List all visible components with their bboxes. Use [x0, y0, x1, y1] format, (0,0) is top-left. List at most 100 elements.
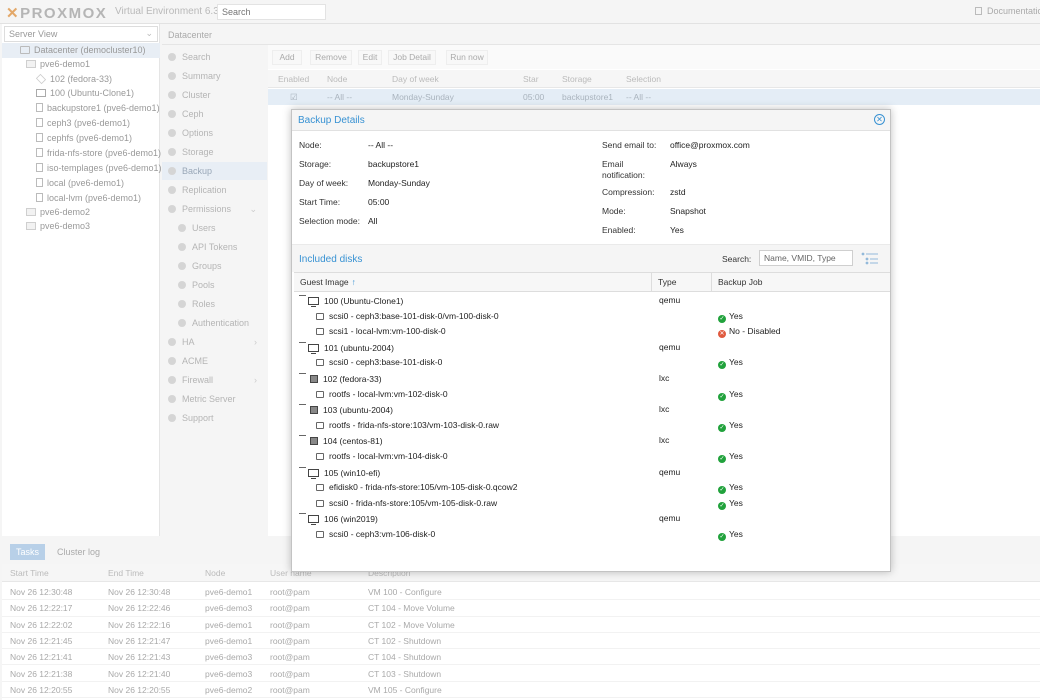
guest-row[interactable]: 100 (Ubuntu-Clone1) qemu — [294, 293, 890, 309]
guest-row[interactable]: 102 (fedora-33) lxc — [294, 371, 890, 387]
nav-item-search[interactable]: Search — [162, 48, 267, 66]
task-row[interactable]: Nov 26 12:21:45 Nov 26 12:21:47 pve6-dem… — [2, 633, 1040, 650]
task-row[interactable]: Nov 26 12:22:02 Nov 26 12:22:16 pve6-dem… — [2, 617, 1040, 633]
task-row[interactable]: Nov 26 12:20:55 Nov 26 12:20:55 pve6-dem… — [2, 682, 1040, 699]
nav-item-support[interactable]: Support — [162, 409, 267, 427]
collapse-icon[interactable] — [299, 466, 306, 474]
nav-item-ha[interactable]: HA › — [162, 333, 267, 351]
tree-item-storage[interactable]: local-lvm (pve6-demo1) — [2, 191, 160, 206]
tree-item-storage[interactable]: frida-nfs-store (pve6-demo1) — [2, 146, 161, 161]
collapse-icon[interactable] — [299, 373, 306, 380]
collapse-icon[interactable] — [299, 435, 306, 442]
task-row[interactable]: Nov 26 12:22:17 Nov 26 12:22:46 pve6-dem… — [2, 600, 1040, 617]
nav-item-metric-server[interactable]: Metric Server — [162, 390, 267, 408]
storage-value: backupstore1 — [368, 159, 420, 169]
disk-search-input[interactable] — [759, 250, 853, 266]
tab-cluster-log[interactable]: Cluster log — [51, 544, 106, 560]
nav-item-authentication[interactable]: Authentication — [162, 314, 267, 332]
job-node: -- All -- — [327, 92, 353, 102]
disk-row[interactable]: rootfs - frida-nfs-store:103/vm-103-disk… — [294, 418, 890, 434]
documentation-button[interactable]: Documentation — [975, 6, 1040, 16]
disk-row[interactable]: rootfs - local-lvm:vm-104-disk-0 ✓ Yes — [294, 449, 890, 465]
nav-item-firewall[interactable]: Firewall › — [162, 371, 267, 389]
tree-item-storage[interactable]: iso-templages (pve6-demo1) — [2, 161, 162, 176]
nav-item-permissions[interactable]: Permissions ⌄ — [162, 200, 267, 218]
column-header[interactable]: Node — [205, 568, 225, 578]
nav-item-acme[interactable]: ACME — [162, 352, 267, 370]
server-view-select[interactable]: Server View ⌄ — [4, 26, 158, 42]
tab-tasks[interactable]: Tasks — [10, 544, 46, 560]
column-header-backup-job[interactable]: Backup Job — [712, 273, 890, 292]
disk-row[interactable]: scsi1 - local-lvm:vm-100-disk-0 ✕ No - Dis… — [294, 324, 890, 340]
task-row[interactable]: Nov 26 12:21:38 Nov 26 12:21:40 pve6-dem… — [2, 666, 1040, 682]
collapse-icon[interactable] — [299, 513, 306, 520]
unlock-icon — [168, 205, 176, 213]
guest-row[interactable]: 104 (centos-81) lxc — [294, 433, 890, 449]
column-header[interactable]: Star — [523, 74, 539, 84]
tree-item-storage[interactable]: cephfs (pve6-demo1) — [2, 131, 160, 146]
column-header-type[interactable]: Type — [652, 273, 712, 292]
disk-row[interactable]: scsi0 - ceph3:vm-106-disk-0 ✓ Yes — [294, 527, 890, 543]
column-header[interactable]: Start Time — [10, 568, 49, 578]
tree-item-storage[interactable]: ceph3 (pve6-demo1) — [2, 116, 160, 131]
guest-row[interactable]: 103 (ubuntu-2004) lxc — [294, 402, 890, 418]
column-header[interactable]: End Time — [108, 568, 144, 578]
tree-item-vm[interactable]: 100 (Ubuntu-Clone1) — [2, 86, 160, 101]
nav-item-pools[interactable]: Pools — [162, 276, 267, 294]
nav-item-replication[interactable]: Replication — [162, 181, 267, 199]
tree-item-node[interactable]: pve6-demo2 — [2, 205, 160, 220]
tree-item-label: local (pve6-demo1) — [47, 178, 125, 188]
job-detail-button[interactable]: Job Detail — [388, 50, 436, 65]
nav-item-summary[interactable]: Summary — [162, 67, 267, 85]
nav-item-api-tokens[interactable]: API Tokens — [162, 238, 267, 256]
disk-row[interactable]: rootfs - local-lvm:vm-102-disk-0 ✓ Yes — [294, 387, 890, 403]
disk-row[interactable]: scsi0 - ceph3:base-101-disk-0 ✓ Yes — [294, 355, 890, 371]
proxmox-logo[interactable]: ✕PROXMOX — [6, 4, 107, 22]
key-icon — [178, 319, 186, 327]
nav-item-cluster[interactable]: Cluster — [162, 86, 267, 104]
column-header-guest-image[interactable]: Guest Image ↑ — [294, 273, 652, 292]
add-button[interactable]: Add — [272, 50, 302, 65]
tree-item-node[interactable]: pve6-demo3 — [2, 219, 160, 234]
backup-job-row[interactable]: ☑ -- All -- Monday-Sunday 05:00 backupst… — [268, 89, 1040, 105]
expand-tree-icon[interactable] — [860, 250, 880, 266]
enabled-checkbox[interactable]: ☑ — [290, 92, 298, 103]
global-search-input[interactable] — [217, 4, 326, 20]
remove-button[interactable]: Remove — [310, 50, 352, 65]
disk-row[interactable]: efidisk0 - frida-nfs-store:105/vm-105-di… — [294, 480, 890, 496]
guest-row[interactable]: 101 (ubuntu-2004) qemu — [294, 340, 890, 356]
nav-item-users[interactable]: Users — [162, 219, 267, 237]
nav-item-backup[interactable]: Backup — [162, 162, 267, 180]
backup-job-status: Yes — [729, 482, 743, 493]
close-icon[interactable]: ✕ — [874, 114, 885, 125]
task-end: Nov 26 12:21:40 — [108, 668, 171, 679]
tree-item-storage[interactable]: backupstore1 (pve6-demo1) — [2, 101, 160, 116]
male-icon — [178, 300, 186, 308]
nav-item-groups[interactable]: Groups — [162, 257, 267, 275]
column-header[interactable]: Selection — [626, 74, 661, 84]
tree-item-storage[interactable]: local (pve6-demo1) — [2, 176, 160, 191]
task-row[interactable]: Nov 26 12:30:48 Nov 26 12:30:48 pve6-dem… — [2, 584, 1040, 601]
nav-item-ceph[interactable]: Ceph — [162, 105, 267, 123]
column-header[interactable]: Day of week — [392, 74, 439, 84]
nav-item-label: Firewall — [182, 375, 214, 385]
nav-item-roles[interactable]: Roles — [162, 295, 267, 313]
guest-row[interactable]: 106 (win2019) qemu — [294, 511, 890, 527]
nav-item-options[interactable]: Options — [162, 124, 267, 142]
edit-button[interactable]: Edit — [358, 50, 382, 65]
disk-row[interactable]: scsi0 - ceph3:base-101-disk-0/vm-100-dis… — [294, 309, 890, 325]
collapse-icon[interactable] — [299, 341, 306, 349]
collapse-icon[interactable] — [299, 295, 306, 302]
column-header[interactable]: Enabled — [278, 74, 309, 84]
column-header[interactable]: Storage — [562, 74, 592, 84]
collapse-icon[interactable] — [299, 404, 306, 411]
disk-row[interactable]: scsi0 - frida-nfs-store:105/vm-105-disk-… — [294, 496, 890, 512]
tree-item-node[interactable]: pve6-demo1 — [2, 57, 160, 72]
tree-item-container[interactable]: 102 (fedora-33) — [2, 72, 160, 87]
run-now-button[interactable]: Run now — [446, 50, 488, 65]
task-row[interactable]: Nov 26 12:21:41 Nov 26 12:21:43 pve6-dem… — [2, 649, 1040, 666]
nav-item-storage[interactable]: Storage — [162, 143, 267, 161]
tree-item-datacenter[interactable]: Datacenter (democluster10) — [2, 43, 160, 58]
column-header[interactable]: Node — [327, 74, 347, 84]
guest-row[interactable]: 105 (win10-efi) qemu — [294, 465, 890, 481]
